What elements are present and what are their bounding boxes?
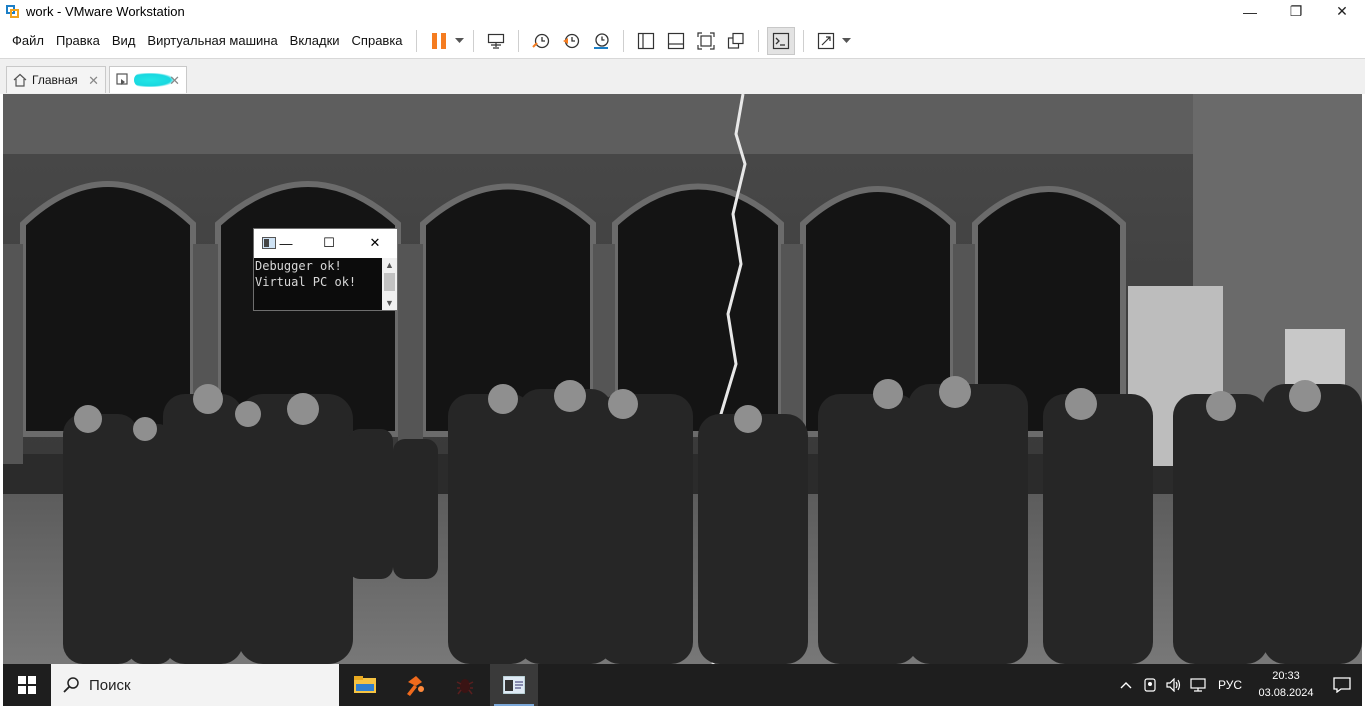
search-placeholder: Поиск — [89, 676, 131, 694]
notification-center-button[interactable] — [1322, 664, 1362, 706]
tray-volume-icon[interactable] — [1162, 664, 1186, 706]
pause-button[interactable] — [425, 27, 453, 55]
windows-logo-icon — [18, 676, 36, 694]
snapshot-manager-button[interactable] — [587, 27, 615, 55]
bug-app-icon — [456, 679, 474, 695]
menu-file[interactable]: Файл — [6, 29, 50, 53]
console-minimize-button[interactable]: — — [276, 234, 296, 252]
console-close-button[interactable]: ✕ — [365, 234, 385, 252]
menu-vm[interactable]: Виртуальная машина — [141, 29, 283, 53]
console-app-icon — [262, 237, 276, 249]
network-icon — [1190, 678, 1206, 692]
chevron-down-icon — [842, 37, 852, 43]
taskbar-bug-app[interactable] — [441, 664, 489, 706]
guest-taskbar: Поиск РУС 20:33 03.08.2024 — [3, 664, 1362, 706]
menu-edit[interactable]: Правка — [50, 29, 106, 53]
tray-network-icon[interactable] — [1186, 664, 1210, 706]
toolbar-separator — [757, 29, 759, 52]
console-maximize-button[interactable]: ☐ — [319, 234, 339, 252]
console-title-bar[interactable]: — ☐ ✕ — [254, 229, 397, 258]
clock-date: 03.08.2024 — [1258, 687, 1314, 699]
file-explorer-icon — [354, 676, 376, 693]
stretch-dropdown-caret[interactable] — [841, 27, 853, 55]
taskbar-clock[interactable]: 20:33 03.08.2024 — [1250, 668, 1322, 702]
home-icon — [13, 73, 27, 87]
stretch-guest-icon — [817, 32, 834, 49]
vm-icon — [116, 73, 128, 85]
toolbar-separator — [415, 29, 417, 52]
console-scrollbar[interactable]: ▲ ▼ — [382, 258, 397, 310]
console-line: Debugger ok! — [255, 259, 342, 273]
scroll-up-icon[interactable]: ▲ — [382, 258, 397, 272]
menu-tabs[interactable]: Вкладки — [284, 29, 346, 53]
revert-snapshot-button[interactable] — [557, 27, 585, 55]
pause-icon — [431, 32, 446, 49]
toolbar-separator — [622, 29, 624, 52]
chevron-up-icon — [1120, 682, 1132, 689]
unity-button[interactable] — [722, 27, 750, 55]
volume-icon — [1166, 678, 1181, 692]
close-button[interactable]: ✕ — [1319, 0, 1365, 23]
power-dropdown-caret[interactable] — [454, 27, 466, 55]
menu-view[interactable]: Вид — [106, 29, 142, 53]
console-window[interactable]: — ☐ ✕ Debugger ok! Virtual PC ok! ▲ ▼ — [253, 228, 398, 311]
send-ctrl-alt-del-button[interactable] — [482, 27, 510, 55]
tray-meet-now-icon[interactable] — [1138, 664, 1162, 706]
vmware-logo-icon — [6, 4, 20, 19]
tab-bar: Главная ✕ ✕ — [0, 58, 1365, 94]
stretch-guest-button[interactable] — [812, 27, 840, 55]
taskbar-console-app[interactable] — [490, 664, 538, 706]
snapshot-manager-icon — [593, 32, 609, 49]
taskbar-file-explorer[interactable] — [341, 664, 389, 706]
console-output[interactable]: Debugger ok! Virtual PC ok! ▲ ▼ — [254, 258, 397, 310]
console-line: Virtual PC ok! — [255, 275, 357, 289]
console-view-button[interactable] — [766, 26, 795, 55]
tab-home-close-button[interactable]: ✕ — [88, 73, 99, 89]
chevron-down-icon — [455, 37, 465, 43]
snapshot-revert-icon — [562, 33, 579, 48]
meet-now-icon — [1144, 678, 1156, 692]
show-library-button[interactable] — [632, 27, 660, 55]
redacted-tab-name — [134, 73, 174, 87]
title-bar: work - VMware Workstation — ❐ ✕ — [0, 0, 1365, 23]
toolbar-separator — [517, 29, 519, 52]
snapshot-take-icon — [531, 33, 549, 48]
taskbar-search[interactable]: Поиск — [51, 664, 339, 706]
thumbnail-bar-icon — [667, 32, 684, 49]
full-screen-button[interactable] — [692, 27, 720, 55]
console-app-icon — [503, 676, 525, 694]
vm-display[interactable] — [3, 94, 1362, 664]
take-snapshot-button[interactable] — [527, 27, 555, 55]
toolbar-separator — [802, 29, 804, 52]
scroll-thumb[interactable] — [384, 273, 395, 291]
scroll-down-icon[interactable]: ▼ — [382, 296, 397, 310]
hammer-app-icon — [407, 676, 424, 696]
tab-home-label: Главная — [32, 73, 78, 87]
menu-help[interactable]: Справка — [346, 29, 409, 53]
language-indicator[interactable]: РУС — [1218, 678, 1242, 692]
menu-bar: Файл Правка Вид Виртуальная машина Вклад… — [0, 23, 1365, 58]
system-tray: РУС 20:33 03.08.2024 — [1114, 664, 1362, 706]
unity-icon — [727, 32, 744, 49]
taskbar-hammer-app[interactable] — [391, 664, 439, 706]
tab-vm[interactable]: ✕ — [109, 66, 187, 93]
minimize-button[interactable]: — — [1227, 0, 1273, 23]
clock-time: 20:33 — [1272, 670, 1300, 682]
show-library-icon — [637, 32, 654, 49]
window-title: work - VMware Workstation — [26, 4, 185, 19]
desktop-wallpaper-photo — [3, 94, 1362, 664]
console-view-icon — [772, 32, 789, 49]
tab-vm-close-button[interactable]: ✕ — [169, 73, 180, 89]
send-ctrl-alt-del-icon — [487, 33, 504, 49]
start-button[interactable] — [3, 664, 51, 706]
search-icon — [63, 677, 79, 693]
restore-button[interactable]: ❐ — [1273, 0, 1319, 23]
tray-chevron-up-icon[interactable] — [1114, 664, 1138, 706]
full-screen-icon — [696, 31, 715, 50]
notification-icon — [1333, 677, 1351, 693]
tab-home[interactable]: Главная ✕ — [6, 66, 106, 93]
toolbar-separator — [472, 29, 474, 52]
thumbnail-bar-button[interactable] — [662, 27, 690, 55]
